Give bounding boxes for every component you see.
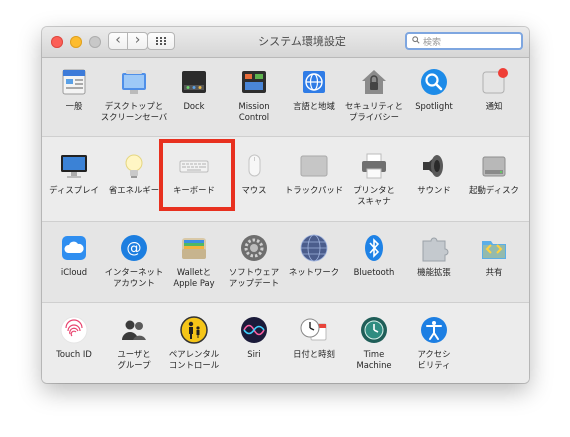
- sharing-folder-icon: [479, 233, 509, 263]
- pref-section-1: 一般 デスクトップと スクリーンセーバ Dock Mission Control…: [42, 58, 529, 137]
- pref-label: 通知: [485, 101, 503, 111]
- pref-label: ネットワーク: [288, 267, 340, 277]
- pref-label: iCloud: [60, 267, 88, 277]
- keyboard-highlight-box: [159, 139, 235, 211]
- pref-label: Walletと Apple Pay: [173, 267, 215, 288]
- disk-icon: [479, 151, 509, 181]
- dock-icon: [179, 67, 209, 97]
- pref-label: サウンド: [417, 185, 451, 195]
- pref-section-2: ディスプレイ 省エネルギー キーボード マウス トラックパッド プリンタと スキ…: [42, 137, 529, 222]
- pref-label: ソフトウェア アップデート: [228, 267, 280, 288]
- pref-label: 共有: [485, 267, 503, 277]
- show-all-button[interactable]: [147, 32, 175, 50]
- pref-label: 日付と時刻: [293, 349, 335, 359]
- siri-icon: [239, 315, 269, 345]
- pref-label: Bluetooth: [353, 267, 395, 277]
- pref-label: ペアレンタル コントロール: [168, 349, 220, 370]
- security-house-icon: [359, 67, 389, 97]
- mission-control-icon: [239, 67, 269, 97]
- pref-label: Touch ID: [56, 349, 92, 359]
- parental-icon: [179, 315, 209, 345]
- minimize-button[interactable]: [70, 36, 82, 48]
- pref-label: トラックパッド: [284, 185, 344, 195]
- wallet-icon: [179, 233, 209, 263]
- search-placeholder: 検索: [423, 38, 442, 48]
- notifications-icon: [479, 67, 509, 97]
- network-globe-icon: [299, 233, 329, 263]
- lightbulb-icon: [119, 151, 149, 181]
- spotlight-icon: [419, 67, 449, 97]
- pref-label: インターネット アカウント: [104, 267, 164, 288]
- pref-section-3: iCloud @ インターネット アカウント Walletと Apple Pay…: [42, 222, 529, 303]
- pref-label: セキュリティと プライバシー: [344, 101, 404, 122]
- at-sign-icon: @: [119, 233, 149, 263]
- pref-label: 一般: [65, 101, 83, 111]
- chevron-left-icon: ‹: [115, 32, 121, 48]
- trackpad-icon: [299, 151, 329, 181]
- window-title: システム環境設定: [258, 35, 346, 48]
- icloud-icon: [59, 233, 89, 263]
- pref-label: Spotlight: [415, 101, 453, 111]
- back-button[interactable]: ‹: [108, 32, 128, 50]
- pref-label: ディスプレイ: [49, 185, 99, 195]
- desktop-icon: [119, 67, 149, 97]
- globe-flag-icon: [299, 67, 329, 97]
- search-field[interactable]: 検索: [405, 32, 523, 50]
- printer-icon: [359, 151, 389, 181]
- search-icon: [412, 36, 420, 44]
- title-bar: ‹ › システム環境設定 検索: [42, 27, 529, 58]
- pref-label: Siri: [247, 349, 261, 359]
- display-icon: [59, 151, 89, 181]
- speaker-icon: [419, 151, 449, 181]
- calendar-clock-icon: [299, 315, 329, 345]
- pref-label: デスクトップと スクリーンセーバ: [100, 101, 168, 122]
- zoom-button[interactable]: [89, 36, 101, 48]
- pref-label: 省エネルギー: [108, 185, 160, 195]
- pref-label: プリンタと スキャナ: [353, 185, 395, 206]
- bluetooth-icon: [359, 233, 389, 263]
- system-preferences-window: ‹ › システム環境設定 検索 一般 デスクトップと スクリーンセーバ Dock: [42, 27, 529, 383]
- puzzle-icon: [419, 233, 449, 263]
- pref-label: Mission Control: [238, 101, 270, 122]
- pref-label: 起動ディスク: [469, 185, 519, 195]
- time-machine-icon: [359, 315, 389, 345]
- general-icon: [59, 67, 89, 97]
- forward-button[interactable]: ›: [128, 32, 148, 50]
- close-button[interactable]: [51, 36, 63, 48]
- pref-section-4: Touch ID ユーザと グループ ペアレンタル コントロール Siri 日付…: [42, 303, 529, 383]
- fingerprint-icon: [59, 315, 89, 345]
- mouse-icon: [239, 151, 269, 181]
- pref-label: Dock: [183, 101, 205, 111]
- accessibility-icon: [419, 315, 449, 345]
- gear-icon: [239, 233, 269, 263]
- pref-label: ユーザと グループ: [117, 349, 151, 370]
- pref-label: 言語と地域: [293, 101, 335, 111]
- chevron-right-icon: ›: [134, 32, 141, 48]
- pref-label: Time Machine: [356, 349, 392, 370]
- svg-text:@: @: [127, 239, 142, 257]
- users-icon: [119, 315, 149, 345]
- pref-label: アクセシ ビリティ: [417, 349, 451, 370]
- pref-label: 機能拡張: [417, 267, 451, 277]
